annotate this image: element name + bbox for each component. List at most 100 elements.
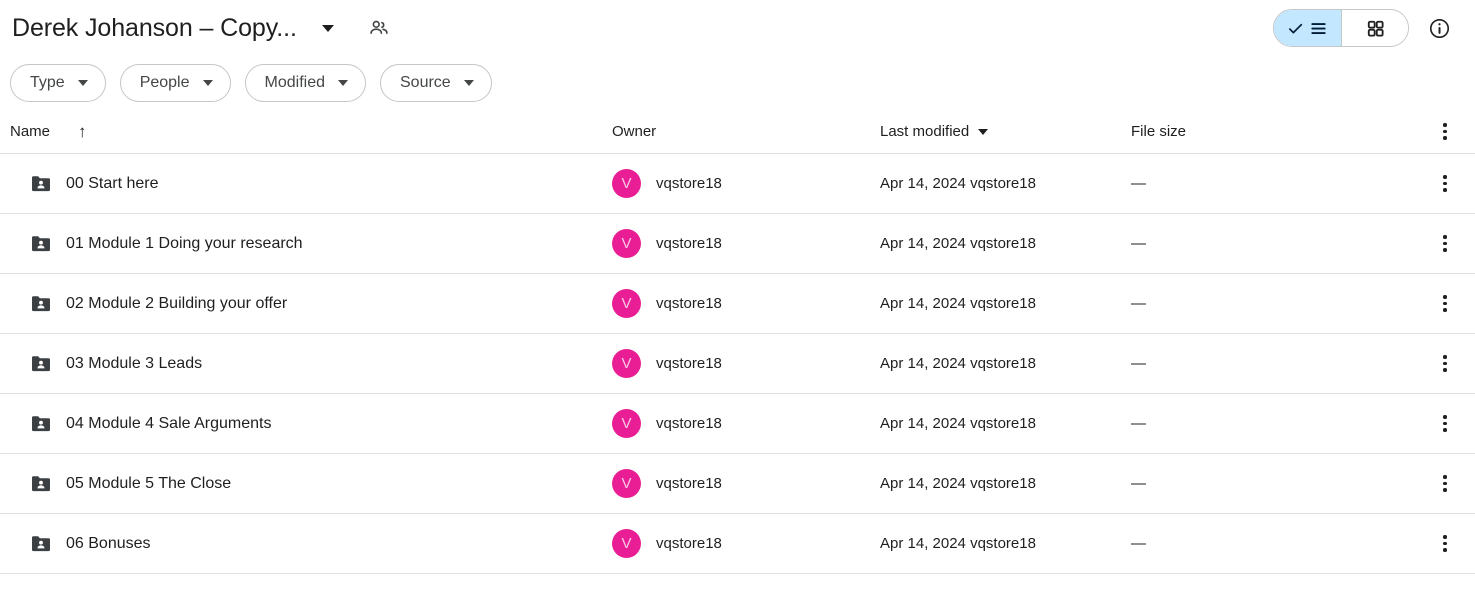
people-shared-icon bbox=[370, 20, 388, 34]
more-options-icon[interactable] bbox=[1428, 167, 1462, 201]
table-row[interactable]: 06 Bonuses V vqstore18 Apr 14, 2024 vqst… bbox=[0, 514, 1475, 574]
check-icon bbox=[1288, 23, 1303, 33]
row-options-cell bbox=[1421, 167, 1475, 201]
row-last-modified-label: Apr 14, 2024 vqstore18 bbox=[880, 175, 1036, 192]
row-last-modified-label: Apr 14, 2024 vqstore18 bbox=[880, 535, 1036, 552]
row-owner-cell: V vqstore18 bbox=[612, 289, 880, 318]
row-last-modified-cell: Apr 14, 2024 vqstore18 bbox=[880, 175, 1131, 192]
table-row[interactable]: 05 Module 5 The Close V vqstore18 Apr 14… bbox=[0, 454, 1475, 514]
file-list-table: Name ↑ Owner Last modified File size 00 … bbox=[0, 110, 1475, 574]
row-file-size-label: — bbox=[1131, 295, 1146, 312]
sort-ascending-arrow-icon[interactable]: ↑ bbox=[78, 123, 87, 140]
table-row[interactable]: 00 Start here V vqstore18 Apr 14, 2024 v… bbox=[0, 154, 1475, 214]
row-name-label: 04 Module 4 Sale Arguments bbox=[66, 414, 272, 432]
more-options-icon[interactable] bbox=[1428, 227, 1462, 261]
list-view-button[interactable] bbox=[1274, 10, 1341, 46]
row-owner-label: vqstore18 bbox=[656, 235, 722, 252]
shared-folder-icon bbox=[10, 531, 52, 556]
column-header-file-size[interactable]: File size bbox=[1131, 123, 1421, 140]
column-header-name[interactable]: Name ↑ bbox=[10, 123, 612, 140]
row-last-modified-label: Apr 14, 2024 vqstore18 bbox=[880, 355, 1036, 372]
row-last-modified-label: Apr 14, 2024 vqstore18 bbox=[880, 295, 1036, 312]
table-row[interactable]: 01 Module 1 Doing your research V vqstor… bbox=[0, 214, 1475, 274]
row-file-size-cell: — bbox=[1131, 175, 1421, 192]
shared-folder-icon bbox=[10, 171, 52, 196]
row-owner-label: vqstore18 bbox=[656, 295, 722, 312]
shared-people-button[interactable] bbox=[361, 10, 397, 46]
row-last-modified-cell: Apr 14, 2024 vqstore18 bbox=[880, 235, 1131, 252]
row-options-cell bbox=[1421, 227, 1475, 261]
filter-chip-modified-label: Modified bbox=[264, 74, 325, 91]
more-options-icon[interactable] bbox=[1428, 467, 1462, 501]
row-name-cell: 05 Module 5 The Close bbox=[10, 471, 612, 496]
row-name-label: 01 Module 1 Doing your research bbox=[66, 234, 303, 252]
shared-folder-icon bbox=[10, 291, 52, 316]
table-row[interactable]: 04 Module 4 Sale Arguments V vqstore18 A… bbox=[0, 394, 1475, 454]
row-owner-label: vqstore18 bbox=[656, 535, 722, 552]
chevron-down-icon[interactable] bbox=[978, 128, 989, 135]
page-title: Derek Johanson – Copy... bbox=[12, 14, 297, 42]
list-view-icon bbox=[1311, 22, 1326, 34]
shared-folder-icon bbox=[10, 231, 52, 256]
filter-chip-bar: Type People Modified Source bbox=[0, 56, 1475, 110]
table-row[interactable]: 02 Module 2 Building your offer V vqstor… bbox=[0, 274, 1475, 334]
row-options-cell bbox=[1421, 407, 1475, 441]
row-file-size-cell: — bbox=[1131, 235, 1421, 252]
row-last-modified-label: Apr 14, 2024 vqstore18 bbox=[880, 235, 1036, 252]
filter-chip-source-label: Source bbox=[400, 74, 451, 91]
filter-chip-people-label: People bbox=[139, 74, 190, 91]
chevron-down-icon bbox=[77, 80, 88, 86]
row-last-modified-cell: Apr 14, 2024 vqstore18 bbox=[880, 355, 1131, 372]
filter-chip-source[interactable]: Source bbox=[380, 64, 492, 102]
row-file-size-label: — bbox=[1131, 235, 1146, 252]
row-owner-cell: V vqstore18 bbox=[612, 469, 880, 498]
more-options-icon[interactable] bbox=[1428, 115, 1462, 149]
row-owner-cell: V vqstore18 bbox=[612, 409, 880, 438]
grid-view-icon bbox=[1367, 20, 1384, 37]
row-name-cell: 03 Module 3 Leads bbox=[10, 351, 612, 376]
avatar: V bbox=[612, 289, 641, 318]
row-file-size-cell: — bbox=[1131, 415, 1421, 432]
info-circle-icon bbox=[1429, 18, 1449, 38]
row-last-modified-cell: Apr 14, 2024 vqstore18 bbox=[880, 415, 1131, 432]
row-name-cell: 04 Module 4 Sale Arguments bbox=[10, 411, 612, 436]
shared-folder-icon bbox=[10, 351, 52, 376]
table-row[interactable]: 03 Module 3 Leads V vqstore18 Apr 14, 20… bbox=[0, 334, 1475, 394]
title-dropdown-button[interactable] bbox=[311, 11, 345, 45]
row-options-cell bbox=[1421, 527, 1475, 561]
details-info-button[interactable] bbox=[1419, 8, 1459, 48]
row-last-modified-cell: Apr 14, 2024 vqstore18 bbox=[880, 475, 1131, 492]
column-header-owner-label: Owner bbox=[612, 123, 657, 140]
page-header: Derek Johanson – Copy... bbox=[0, 0, 1475, 56]
row-file-size-label: — bbox=[1131, 175, 1146, 192]
column-header-owner[interactable]: Owner bbox=[612, 123, 880, 140]
row-options-cell bbox=[1421, 347, 1475, 381]
row-file-size-cell: — bbox=[1131, 295, 1421, 312]
row-last-modified-label: Apr 14, 2024 vqstore18 bbox=[880, 475, 1036, 492]
row-owner-label: vqstore18 bbox=[656, 355, 722, 372]
filter-chip-people[interactable]: People bbox=[119, 64, 231, 102]
row-name-cell: 01 Module 1 Doing your research bbox=[10, 231, 612, 256]
avatar: V bbox=[612, 409, 641, 438]
row-file-size-cell: — bbox=[1131, 475, 1421, 492]
row-last-modified-cell: Apr 14, 2024 vqstore18 bbox=[880, 535, 1131, 552]
more-options-icon[interactable] bbox=[1428, 287, 1462, 321]
avatar: V bbox=[612, 469, 641, 498]
column-header-last-modified[interactable]: Last modified bbox=[880, 123, 1131, 140]
chevron-down-icon bbox=[463, 80, 474, 86]
row-last-modified-cell: Apr 14, 2024 vqstore18 bbox=[880, 295, 1131, 312]
row-name-cell: 06 Bonuses bbox=[10, 531, 612, 556]
grid-view-button[interactable] bbox=[1341, 10, 1408, 46]
shared-folder-icon bbox=[10, 471, 52, 496]
chevron-down-icon bbox=[338, 80, 348, 86]
filter-chip-modified[interactable]: Modified bbox=[244, 64, 366, 102]
filter-chip-type[interactable]: Type bbox=[10, 64, 106, 102]
more-options-icon[interactable] bbox=[1428, 347, 1462, 381]
row-name-cell: 00 Start here bbox=[10, 171, 612, 196]
row-file-size-label: — bbox=[1131, 535, 1146, 552]
row-name-label: 03 Module 3 Leads bbox=[66, 354, 203, 372]
more-options-icon[interactable] bbox=[1428, 407, 1462, 441]
column-header-options bbox=[1421, 115, 1475, 149]
more-options-icon[interactable] bbox=[1428, 527, 1462, 561]
row-options-cell bbox=[1421, 287, 1475, 321]
